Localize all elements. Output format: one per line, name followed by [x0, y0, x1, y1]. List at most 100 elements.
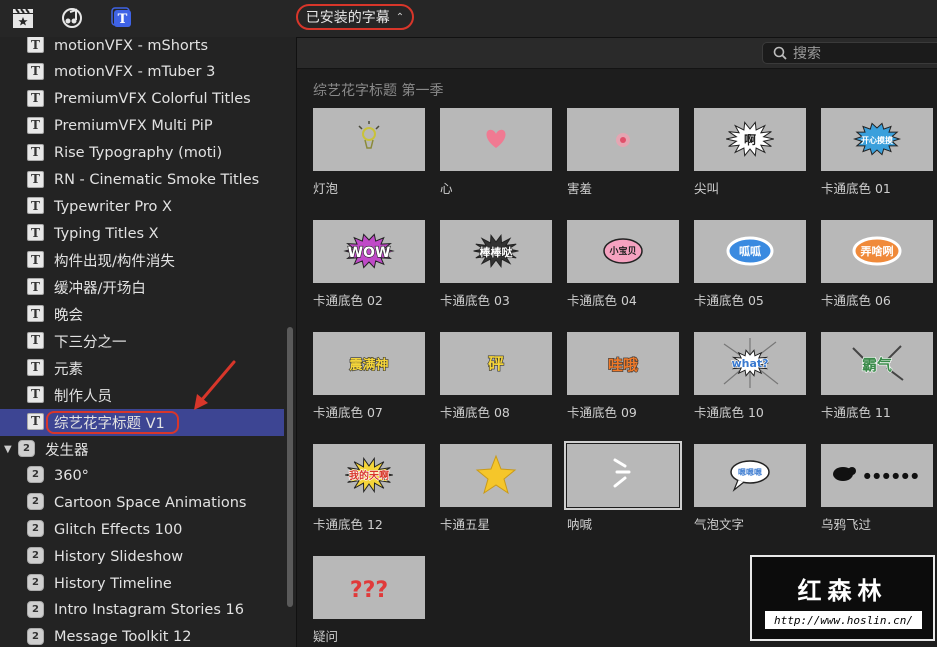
title-tile[interactable]: 卡通五星	[440, 444, 552, 533]
sidebar-item[interactable]: T PremiumVFX Colorful Titles	[0, 86, 284, 113]
disclosure-triangle-icon[interactable]: ▼	[4, 444, 12, 455]
sidebar-item-label: RN - Cinematic Smoke Titles	[54, 172, 260, 188]
title-tile[interactable]: 震满神卡通底色 07	[313, 332, 425, 421]
sidebar-item[interactable]: 2 Intro Instagram Stories 16	[0, 597, 284, 624]
titles-generators-icon[interactable]: T	[110, 6, 134, 30]
sidebar-item[interactable]: T Rise Typography (moti)	[0, 140, 284, 167]
sidebar-item[interactable]: 2 Glitch Effects 100	[0, 516, 284, 543]
sidebar-item[interactable]: T Typewriter Pro X	[0, 193, 284, 220]
title-thumbnail[interactable]	[564, 441, 682, 510]
title-icon: T	[27, 89, 44, 107]
tile-name: 卡通底色 07	[313, 405, 383, 420]
thumbnail-art: WOW	[343, 233, 395, 269]
title-tile[interactable]: 嗯嗯嗯 气泡文字	[694, 444, 806, 533]
thumbnail-shape	[732, 479, 745, 492]
sidebar-scrollbar[interactable]	[287, 327, 293, 607]
sidebar-item[interactable]: TmotionVFX - mShorts	[0, 37, 284, 59]
title-thumbnail[interactable]: WOW	[313, 220, 425, 283]
thumbnail-text: 嗯嗯嗯	[738, 467, 762, 477]
clapper-icon[interactable]	[11, 6, 35, 30]
sidebar-item[interactable]: T 缓冲器/开场白	[0, 274, 284, 301]
title-icon: T	[27, 116, 44, 134]
sidebar-group[interactable]: ▼ 2 发生器	[0, 436, 284, 463]
generator-icon: 2	[27, 600, 44, 618]
title-tile[interactable]: 心	[440, 108, 552, 197]
sidebar-item[interactable]: 2 Cartoon Space Animations	[0, 489, 284, 516]
title-thumbnail[interactable]: 霸气	[821, 332, 933, 395]
thumbnail-text: 哇哦	[608, 356, 638, 374]
sidebar-item[interactable]: 2 Message Toolkit 12	[0, 624, 284, 647]
title-thumbnail[interactable]: 棒棒哒	[440, 220, 552, 283]
sidebar-item[interactable]: TmotionVFX - mTuber 3	[0, 59, 284, 86]
title-tile[interactable]: 呱呱 卡通底色 05	[694, 220, 806, 309]
thumbnail-text: 震满神	[348, 357, 388, 373]
title-tile[interactable]: 小宝贝 卡通底色 04	[567, 220, 679, 309]
sidebar-item-label: 构件出现/构件消失	[54, 254, 175, 271]
title-thumbnail[interactable]: 哇哦	[567, 332, 679, 395]
title-tile[interactable]: 哇哦 卡通底色 09	[567, 332, 679, 421]
sidebar-item[interactable]: 2 History Timeline	[0, 570, 284, 597]
title-thumbnail[interactable]: ???	[313, 556, 425, 619]
title-thumbnail[interactable]: ● ● ● ● ● ●	[821, 444, 933, 507]
title-thumbnail[interactable]	[440, 108, 552, 171]
title-tile[interactable]: ??? 疑问	[313, 556, 425, 645]
sidebar-item[interactable]: T 制作人员	[0, 382, 284, 409]
title-tile[interactable]: 啊尖叫	[694, 108, 806, 197]
thumbnail-art: ● ● ● ● ● ●	[833, 467, 918, 481]
thumbnail-art: 啊	[726, 121, 774, 157]
search-input[interactable]: 搜索	[762, 42, 937, 64]
title-thumbnail[interactable]	[567, 108, 679, 171]
thumbnail-art: 开心摸摸	[852, 122, 902, 156]
library-dropdown-label: 已安装的字幕	[305, 10, 390, 26]
thumbnail-shape	[620, 137, 626, 143]
tile-name: 尖叫	[694, 181, 720, 196]
sidebar-item[interactable]: T Typing Titles X	[0, 220, 284, 247]
title-icon: T	[27, 224, 44, 242]
title-thumbnail[interactable]	[313, 108, 425, 171]
sidebar-item[interactable]: T 综艺花字标题 V1	[0, 408, 284, 436]
title-thumbnail[interactable]: 砰	[440, 332, 552, 395]
sidebar-item[interactable]: T 下三分之一	[0, 328, 284, 355]
title-tile[interactable]: 霸气卡通底色 11	[821, 332, 933, 421]
title-tile[interactable]: ● ● ● ● ● ● 乌鸦飞过	[821, 444, 933, 533]
title-thumbnail[interactable]: 小宝贝	[567, 220, 679, 283]
sidebar-item[interactable]: T 构件出现/构件消失	[0, 247, 284, 274]
title-tile[interactable]: 砰卡通底色 08	[440, 332, 552, 421]
sidebar-item[interactable]: 2 360°	[0, 462, 284, 489]
title-thumbnail[interactable]: 呱呱	[694, 220, 806, 283]
title-tile[interactable]: what? 卡通底色 10	[694, 332, 806, 421]
sidebar-item[interactable]: T PremiumVFX Multi PiP	[0, 113, 284, 140]
sidebar-item-label: 晚会	[54, 308, 83, 324]
title-thumbnail[interactable]: 弄啥咧	[821, 220, 933, 283]
sidebar-item[interactable]: 2 History Slideshow	[0, 543, 284, 570]
title-thumbnail[interactable]	[440, 444, 552, 507]
title-thumbnail[interactable]: 我的天啊	[313, 444, 425, 507]
tile-name: 卡通底色 11	[821, 405, 891, 420]
title-tile[interactable]: 我的天啊 卡通底色 12	[313, 444, 425, 533]
title-tile[interactable]: 灯泡	[313, 108, 425, 197]
title-icon: T	[27, 197, 44, 215]
music-photo-icon[interactable]	[60, 6, 84, 30]
sidebar-item[interactable]: T 元素	[0, 355, 284, 382]
library-dropdown[interactable]: 已安装的字幕 ⌃	[296, 4, 414, 30]
thumbnail-text: 小宝贝	[608, 245, 636, 257]
title-icon: T	[27, 305, 44, 322]
title-tile[interactable]: WOW 卡通底色 02	[313, 220, 425, 309]
thumbnail-art	[486, 129, 506, 148]
title-icon: T	[27, 37, 44, 53]
title-tile[interactable]: 弄啥咧 卡通底色 06	[821, 220, 933, 309]
generator-icon: 2	[27, 627, 44, 645]
title-tile[interactable]: 开心摸摸 卡通底色 01	[821, 108, 933, 197]
title-tile[interactable]: 害羞	[567, 108, 679, 197]
title-thumbnail[interactable]: 开心摸摸	[821, 108, 933, 171]
thumbnail-art: 霸气	[852, 345, 904, 381]
sidebar-item[interactable]: T 晚会	[0, 301, 284, 328]
title-thumbnail[interactable]: what?	[694, 332, 806, 395]
title-tile[interactable]: 呐喊	[564, 441, 682, 533]
title-thumbnail[interactable]: 震满神	[313, 332, 425, 395]
title-tile[interactable]: 棒棒哒 卡通底色 03	[440, 220, 552, 309]
title-thumbnail[interactable]: 嗯嗯嗯	[694, 444, 806, 507]
sidebar-item[interactable]: T RN - Cinematic Smoke Titles	[0, 167, 284, 194]
thumbnail-text: WOW	[348, 245, 391, 261]
title-thumbnail[interactable]: 啊	[694, 108, 806, 171]
